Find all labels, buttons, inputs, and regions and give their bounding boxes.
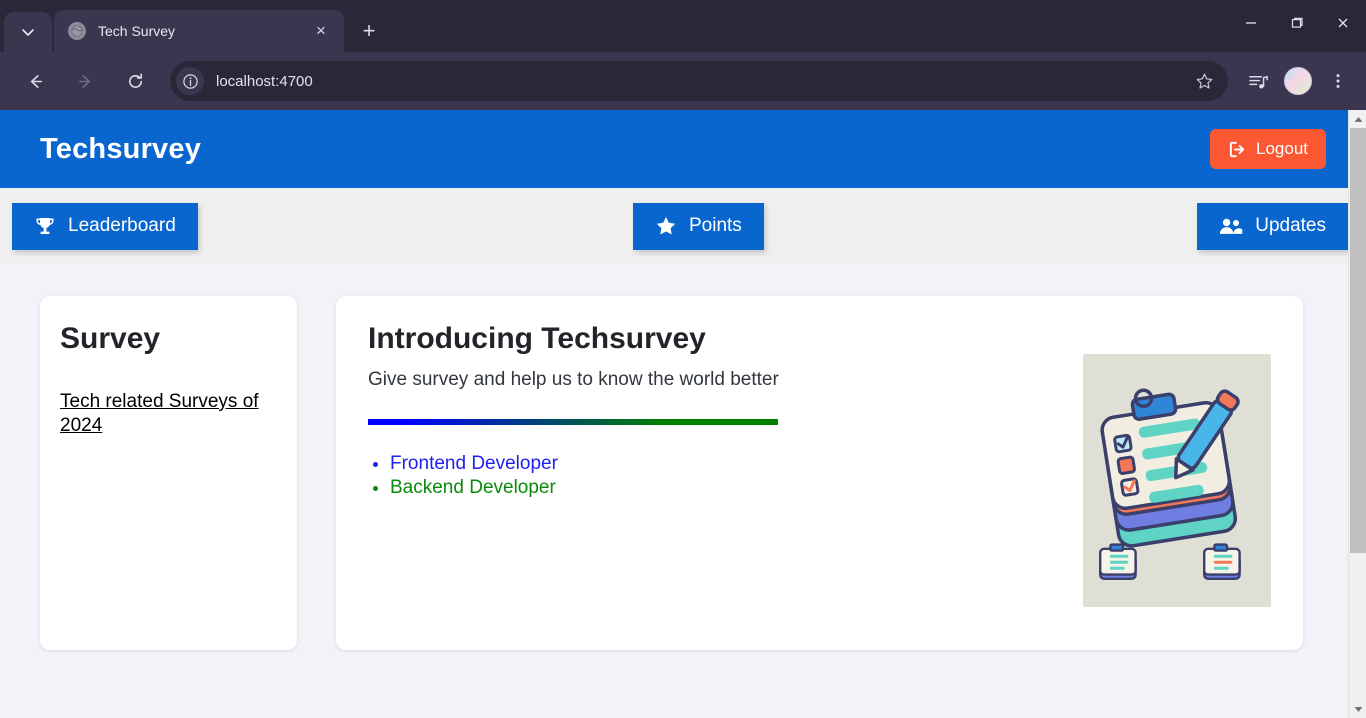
chevron-down-icon [21,25,35,39]
scroll-up-arrow-icon[interactable] [1349,110,1366,128]
reading-list-icon[interactable] [1240,63,1276,99]
arrow-right-icon [76,72,95,91]
leaderboard-label: Leaderboard [68,215,176,237]
survey-link[interactable]: Tech related Surveys of 2024 [60,390,275,438]
logout-icon [1228,140,1247,159]
intro-subtitle: Give survey and help us to know the worl… [368,369,1063,391]
browser-tab[interactable]: Tech Survey × [54,10,344,52]
star-icon [655,215,677,237]
url-text[interactable]: localhost:4700 [216,73,1188,90]
back-button[interactable] [16,62,54,100]
role-list: Frontend Developer Backend Developer [368,452,1063,501]
new-tab-button[interactable]: + [352,14,386,48]
tab-search-button[interactable] [4,12,52,52]
browser-menu-button[interactable] [1320,63,1356,99]
forward-button[interactable] [66,62,104,100]
reload-icon [126,72,145,91]
address-bar[interactable]: localhost:4700 [170,61,1228,101]
page-viewport: Techsurvey Logout [0,110,1366,718]
tab-title: Tech Survey [98,23,308,39]
gradient-divider [368,419,778,425]
window-close-button[interactable] [1320,0,1366,46]
trophy-icon [34,215,56,237]
clipboard-survey-illustration [1083,354,1271,607]
survey-card-title: Survey [60,322,275,356]
users-icon [1219,215,1243,237]
nav-strip: Leaderboard Points Updates [0,188,1348,264]
list-item[interactable]: Backend Developer [390,476,1063,500]
window-controls [1228,0,1366,46]
browser-window: Tech Survey × + [0,0,1366,718]
points-label: Points [689,215,742,237]
logout-button[interactable]: Logout [1210,129,1326,169]
page-scrollbar[interactable] [1348,110,1366,718]
profile-avatar[interactable] [1280,63,1316,99]
globe-icon [68,22,86,40]
scrollbar-thumb[interactable] [1350,128,1366,553]
updates-label: Updates [1255,215,1326,237]
web-page: Techsurvey Logout [0,110,1348,718]
intro-title: Introducing Techsurvey [368,322,1063,356]
scroll-down-arrow-icon[interactable] [1349,700,1366,718]
avatar [1284,67,1312,95]
site-info-icon[interactable] [176,67,204,95]
points-button[interactable]: Points [633,203,764,250]
list-item[interactable]: Frontend Developer [390,452,1063,476]
survey-card: Survey Tech related Surveys of 2024 [40,296,297,650]
browser-toolbar: localhost:4700 [0,52,1366,110]
tab-strip: Tech Survey × + [0,0,1366,52]
bookmark-star-icon[interactable] [1188,65,1220,97]
role-label-backend: Backend Developer [390,477,556,498]
window-maximize-button[interactable] [1274,0,1320,46]
window-minimize-button[interactable] [1228,0,1274,46]
page-content: Survey Tech related Surveys of 2024 Intr… [0,264,1348,300]
intro-card-body: Introducing Techsurvey Give survey and h… [368,322,1083,650]
logout-label: Logout [1256,139,1308,159]
leaderboard-button[interactable]: Leaderboard [12,203,198,250]
kebab-menu-icon [1329,72,1347,90]
updates-button[interactable]: Updates [1197,203,1348,250]
app-brand-title: Techsurvey [40,133,201,166]
clipboard-icon [1092,366,1262,596]
reload-button[interactable] [116,62,154,100]
intro-card: Introducing Techsurvey Give survey and h… [336,296,1303,650]
role-label-frontend: Frontend Developer [390,453,558,474]
arrow-left-icon [26,72,45,91]
tab-close-icon[interactable]: × [308,18,334,44]
app-header: Techsurvey Logout [0,110,1348,188]
